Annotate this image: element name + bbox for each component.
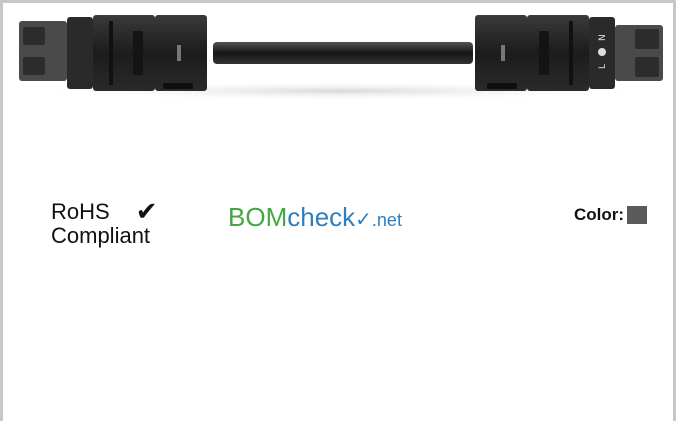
- checkmark-icon: ✔: [135, 197, 158, 227]
- svg-text:N: N: [598, 34, 608, 41]
- color-label: Color:: [573, 205, 624, 224]
- color-indicator: Color:: [574, 205, 647, 225]
- right-connector: N L: [475, 15, 663, 91]
- product-card: N L N L Ro: [0, 0, 676, 421]
- bomcheck-tick-icon: ✓: [355, 209, 372, 231]
- connector-cable-image: N L N L: [19, 15, 663, 101]
- bomcheck-logo-net: .net: [371, 210, 402, 230]
- bomcheck-logo: BOMcheck✓.net: [228, 202, 402, 235]
- rohs-compliant-badge: RoHS ✔ Compliant: [51, 197, 158, 248]
- compliant-label: Compliant: [51, 223, 151, 248]
- rohs-label: RoHS: [51, 199, 110, 224]
- color-swatch: [627, 206, 647, 224]
- svg-text:L: L: [598, 64, 608, 69]
- bomcheck-logo-bom: BOM: [228, 202, 288, 232]
- left-connector: N L: [19, 15, 207, 91]
- bomcheck-logo-check: check: [287, 202, 356, 232]
